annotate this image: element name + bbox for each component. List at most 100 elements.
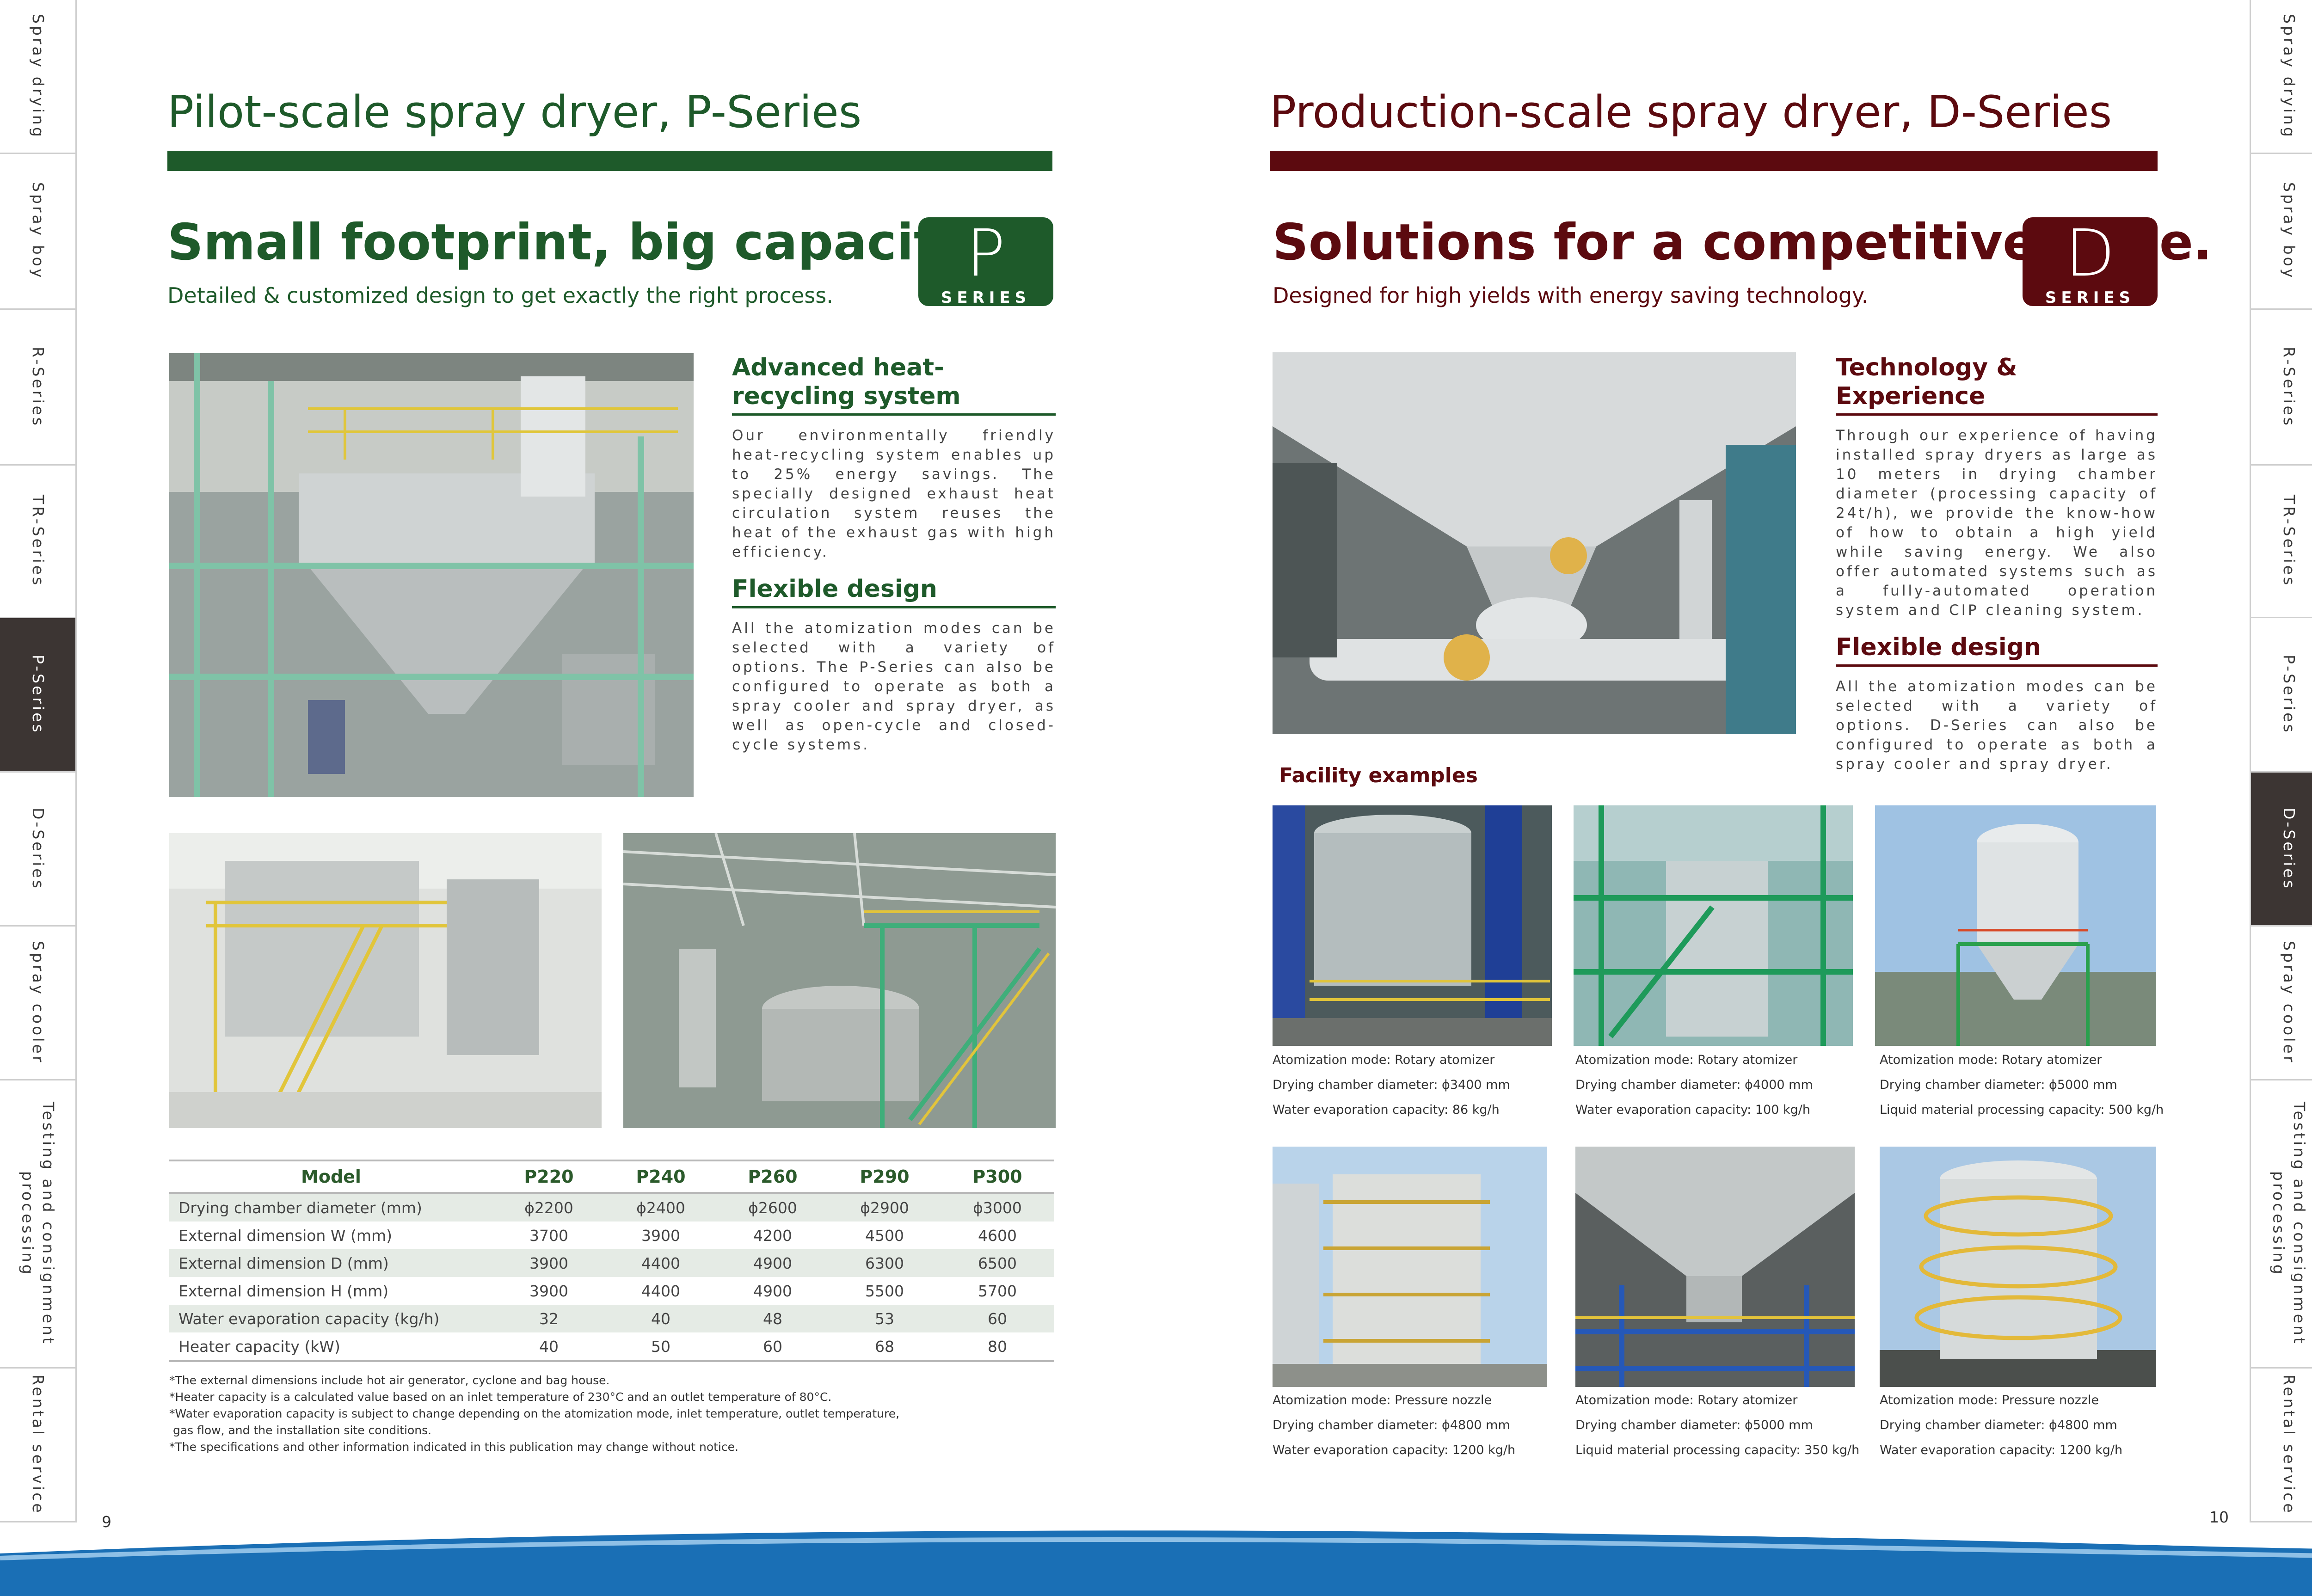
table-header: P300 bbox=[941, 1160, 1054, 1194]
side-tab-d-series[interactable]: D-Series bbox=[0, 773, 77, 927]
table-cell: Water evaporation capacity (kg/h) bbox=[169, 1305, 493, 1332]
table-cell: External dimension D (mm) bbox=[169, 1249, 493, 1277]
table-cell: 80 bbox=[941, 1332, 1054, 1362]
facility-caption-3: Atomization mode: Rotary atomizer Drying… bbox=[1880, 1048, 2176, 1123]
table-header: P240 bbox=[605, 1160, 717, 1194]
feature-title-flexible-design: Flexible design bbox=[1836, 633, 2158, 667]
table-cell: 53 bbox=[829, 1305, 941, 1332]
side-tab-spray-cooler[interactable]: Spray cooler bbox=[2250, 927, 2312, 1080]
caption-line: Atomization mode: Rotary atomizer bbox=[1575, 1053, 1798, 1067]
caption-line: Water evaporation capacity: 1200 kg/h bbox=[1880, 1443, 2123, 1457]
d-series-main-photo bbox=[1273, 352, 1796, 734]
caption-line: Water evaporation capacity: 1200 kg/h bbox=[1273, 1443, 1516, 1457]
facility-caption-4: Atomization mode: Pressure nozzle Drying… bbox=[1273, 1388, 1555, 1463]
caption-line: Atomization mode: Rotary atomizer bbox=[1575, 1393, 1798, 1407]
table-cell: 4900 bbox=[753, 1282, 792, 1300]
table-cell: 48 bbox=[717, 1305, 829, 1332]
footnotes: *The external dimensions include hot air… bbox=[169, 1372, 1048, 1455]
facility-caption-2: Atomization mode: Rotary atomizer Drying… bbox=[1575, 1048, 1871, 1123]
table-cell: 60 bbox=[717, 1332, 829, 1362]
footnote: *The specifications and other informatio… bbox=[169, 1440, 738, 1454]
table-header: P290 bbox=[829, 1160, 941, 1194]
table-header: P260 bbox=[717, 1160, 829, 1194]
facility-photo-2 bbox=[1574, 805, 1853, 1046]
table-cell: 40 bbox=[605, 1305, 717, 1332]
side-tab-spray-boy[interactable]: Spray boy bbox=[0, 154, 77, 310]
side-tab-r-series[interactable]: R-Series bbox=[2250, 310, 2312, 466]
p-series-spec-table: Model P220 P240 P260 P290 P300 Drying ch… bbox=[169, 1160, 1054, 1362]
side-tab-spray-drying[interactable]: Spray drying bbox=[2250, 0, 2312, 154]
badge-letter: P bbox=[966, 216, 1006, 291]
caption-line: Liquid material processing capacity: 500… bbox=[1880, 1103, 2164, 1117]
bottom-wave-band bbox=[0, 1526, 2312, 1596]
p-series-badge: P SERIES bbox=[918, 216, 1053, 307]
feature-title-flexible-design: Flexible design bbox=[732, 575, 1056, 608]
footnote: *Water evaporation capacity is subject t… bbox=[169, 1407, 900, 1420]
table-cell: External dimension W (mm) bbox=[178, 1226, 392, 1245]
section-title-bar bbox=[167, 151, 1052, 171]
table-cell: 50 bbox=[605, 1332, 717, 1362]
feature-text-heat-recycling: Our environmentally friendly heat-recycl… bbox=[732, 427, 1056, 560]
facility-photo-4 bbox=[1273, 1147, 1547, 1387]
caption-line: Atomization mode: Rotary atomizer bbox=[1880, 1053, 2102, 1067]
table-cell: 6500 bbox=[941, 1249, 1054, 1277]
table-cell: External dimension H (mm) bbox=[178, 1282, 389, 1300]
table-cell: 4600 bbox=[978, 1226, 1017, 1245]
side-tab-r-series[interactable]: R-Series bbox=[0, 310, 77, 466]
table-cell: 4400 bbox=[605, 1249, 717, 1277]
caption-line: Water evaporation capacity: 86 kg/h bbox=[1273, 1103, 1500, 1117]
facility-photo-6 bbox=[1880, 1147, 2156, 1387]
side-tab-p-series[interactable]: P-Series bbox=[2250, 618, 2312, 773]
feature-text-technology: Through our experience of having install… bbox=[1836, 427, 2158, 619]
footnote: *The external dimensions include hot air… bbox=[169, 1374, 610, 1387]
facility-photo-3 bbox=[1875, 805, 2156, 1046]
feature-title-technology: Technology & Experience bbox=[1836, 353, 2158, 416]
side-tab-spray-cooler[interactable]: Spray cooler bbox=[0, 927, 77, 1080]
table-cell: 3900 bbox=[529, 1282, 568, 1300]
subtitle: Designed for high yields with energy sav… bbox=[1273, 283, 1869, 308]
page-number-right: 10 bbox=[2209, 1508, 2229, 1526]
table-header: Model bbox=[169, 1160, 493, 1194]
table-cell: 60 bbox=[941, 1305, 1054, 1332]
side-tab-tr-series[interactable]: TR-Series bbox=[2250, 466, 2312, 618]
table-row: Water evaporation capacity (kg/h) 32 40 … bbox=[169, 1305, 1054, 1332]
caption-line: Water evaporation capacity: 100 kg/h bbox=[1575, 1103, 1810, 1117]
table-cell: 5700 bbox=[978, 1282, 1017, 1300]
table-cell: 4200 bbox=[753, 1226, 792, 1245]
table-cell: 68 bbox=[829, 1332, 941, 1362]
side-tab-rental-service[interactable]: Rental service bbox=[0, 1369, 77, 1522]
caption-line: Drying chamber diameter: ϕ4800 mm bbox=[1273, 1418, 1510, 1432]
table-cell: 4400 bbox=[641, 1282, 680, 1300]
feature-text-flexible-design: All the atomization modes can be selecte… bbox=[732, 620, 1056, 753]
side-tab-testing[interactable]: Testing and consignment processing bbox=[2250, 1080, 2312, 1369]
table-cell: ϕ2400 bbox=[605, 1193, 717, 1222]
side-tab-spray-drying[interactable]: Spray drying bbox=[0, 0, 77, 154]
table-cell: 40 bbox=[493, 1332, 605, 1362]
table-cell: ϕ3000 bbox=[941, 1193, 1054, 1222]
side-tab-spray-boy[interactable]: Spray boy bbox=[2250, 154, 2312, 310]
facility-caption-6: Atomization mode: Pressure nozzle Drying… bbox=[1880, 1388, 2176, 1463]
caption-line: Atomization mode: Pressure nozzle bbox=[1273, 1393, 1492, 1407]
facility-photo-5 bbox=[1575, 1147, 1855, 1387]
facility-photo-1 bbox=[1273, 805, 1552, 1046]
table-cell: ϕ2600 bbox=[717, 1193, 829, 1222]
d-series-badge: D SERIES bbox=[2023, 217, 2158, 307]
side-tab-p-series[interactable]: P-Series bbox=[0, 618, 77, 773]
table-header: P220 bbox=[493, 1160, 605, 1194]
caption-line: Drying chamber diameter: ϕ3400 mm bbox=[1273, 1078, 1510, 1092]
badge-label: SERIES bbox=[941, 289, 1031, 307]
caption-line: Drying chamber diameter: ϕ5000 mm bbox=[1880, 1078, 2117, 1092]
side-tab-tr-series[interactable]: TR-Series bbox=[0, 466, 77, 618]
side-tab-d-series[interactable]: D-Series bbox=[2250, 773, 2312, 927]
side-tab-rental-service[interactable]: Rental service bbox=[2250, 1369, 2312, 1522]
p-series-main-photo bbox=[169, 353, 694, 797]
table-cell: 3700 bbox=[529, 1226, 568, 1245]
side-tab-testing[interactable]: Testing and consignment processing bbox=[0, 1080, 77, 1369]
table-row: External dimension W (mm) 3700 3900 4200… bbox=[169, 1222, 1054, 1249]
table-row: External dimension H (mm) 3900 4400 4900… bbox=[169, 1277, 1054, 1305]
headline: Small footprint, big capacity. bbox=[167, 214, 985, 271]
d-features: Technology & Experience Through our expe… bbox=[1836, 353, 2158, 774]
table-header-row: Model P220 P240 P260 P290 P300 bbox=[169, 1160, 1054, 1194]
table-cell: ϕ2200 bbox=[493, 1193, 605, 1222]
footnote: *Heater capacity is a calculated value b… bbox=[169, 1390, 832, 1404]
